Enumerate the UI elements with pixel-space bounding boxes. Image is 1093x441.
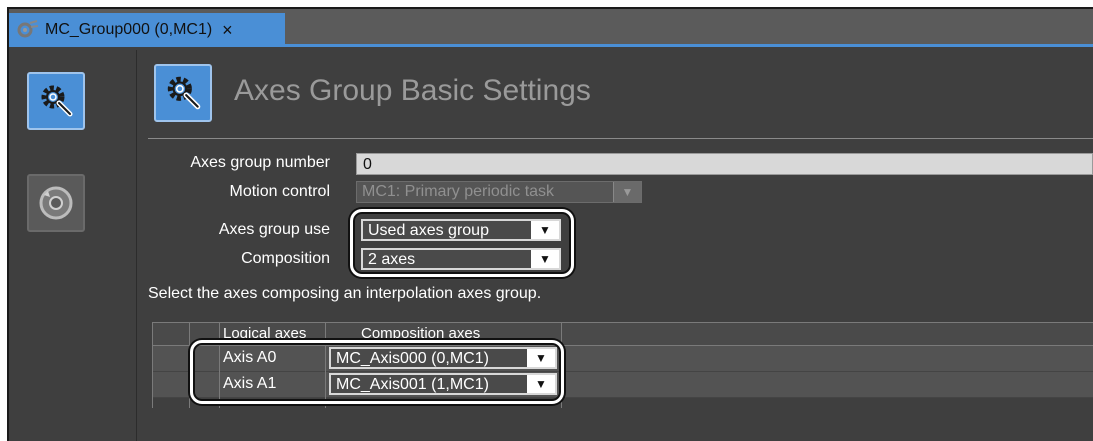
motion-control-label: Motion control: [229, 183, 331, 200]
sidebar-item-operation-settings[interactable]: [27, 174, 85, 232]
composition-label: Composition: [241, 250, 330, 267]
motion-control-value: MC1: Primary periodic task: [362, 183, 555, 200]
instruction-text: Select the axes composing an interpolati…: [148, 285, 542, 302]
tab-title: MC_Group000 (0,MC1): [45, 21, 213, 38]
callout-outline-axes-table: [190, 340, 564, 404]
axes-group-number-field[interactable]: 0: [356, 153, 1093, 175]
tab-strip: MC_Group000 (0,MC1) ×: [9, 9, 1093, 47]
settings-panel: Axes Group Basic Settings Axes group num…: [138, 50, 1093, 441]
settings-sidebar: [9, 50, 137, 441]
circular-arrow-icon: [39, 186, 73, 220]
page-title: Axes Group Basic Settings: [234, 74, 591, 107]
callout-outline-group-settings: [350, 209, 574, 277]
chevron-down-icon: ▼: [613, 182, 641, 202]
editor-window: MC_Group000 (0,MC1) × Axes Group Basic S…: [7, 7, 1093, 441]
axes-group-use-label: Axes group use: [218, 221, 330, 238]
page-header-icon-box: [154, 64, 212, 122]
motion-control-select: MC1: Primary periodic task ▼: [356, 181, 642, 203]
close-icon[interactable]: ×: [222, 20, 233, 41]
title-divider: [148, 138, 1093, 139]
axes-group-number-label: Axes group number: [190, 154, 330, 171]
gear-magnifier-icon: [167, 76, 201, 110]
gear-plug-icon: [17, 20, 39, 38]
gear-magnifier-icon: [41, 85, 73, 117]
sidebar-item-basic-settings[interactable]: [27, 72, 85, 130]
tab-mc-group000[interactable]: MC_Group000 (0,MC1) ×: [9, 13, 285, 47]
